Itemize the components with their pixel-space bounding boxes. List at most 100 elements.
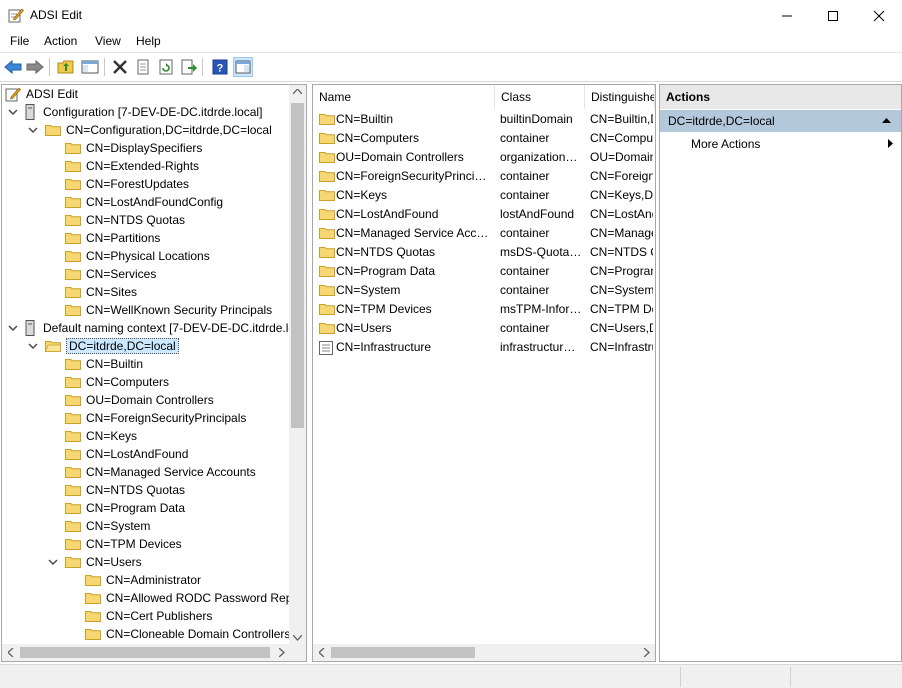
forward-button[interactable] (25, 57, 45, 77)
column-header-class[interactable]: Class (495, 85, 585, 109)
list-item[interactable]: CN=TPM Devices msTPM-InformationObjectsCo… (313, 300, 655, 319)
folder-icon (319, 304, 335, 315)
scroll-down-arrow-icon[interactable] (293, 635, 302, 641)
tree-node[interactable]: CN=Managed Service Accounts (47, 463, 256, 481)
tree-node[interactable]: CN=Cert Publishers (67, 607, 212, 625)
tree-node[interactable]: OU=Domain Controllers (47, 391, 214, 409)
back-button[interactable] (3, 57, 23, 77)
tree-node[interactable]: DC=itdrde,DC=local (27, 337, 179, 355)
server-icon (25, 104, 35, 120)
chevron-down-icon[interactable] (7, 322, 19, 334)
list-horizontal-scroll-thumb[interactable] (331, 647, 475, 658)
list-item[interactable]: OU=Domain Controllers organizationalUnit O… (313, 148, 655, 167)
results-list-pane[interactable]: Name Class Distinguished Name CN=Builtin… (312, 84, 656, 662)
list-item[interactable]: CN=Infrastructure infrastructureUpdate CN=… (313, 338, 655, 357)
more-actions-item[interactable]: More Actions (660, 133, 901, 155)
scroll-up-arrow-icon[interactable] (293, 89, 302, 95)
scroll-left-arrow-icon[interactable] (319, 648, 325, 657)
tree-node[interactable]: CN=Extended-Rights (47, 157, 199, 175)
tree-vertical-scrollbar[interactable] (289, 85, 306, 645)
tree-node[interactable]: CN=Services (47, 265, 156, 283)
tree-naming-context[interactable]: Default naming context [7-DEV-DE-DC.itdr… (7, 319, 306, 337)
chevron-down-icon[interactable] (7, 106, 19, 118)
tree-node[interactable]: CN=WellKnown Security Principals (47, 301, 272, 319)
tree-naming-context[interactable]: Configuration [7-DEV-DE-DC.itdrde.local] (7, 103, 262, 121)
tree-node-label: CN=ForestUpdates (86, 177, 190, 191)
delete-button[interactable] (110, 57, 130, 77)
list-item[interactable]: CN=Computers container CN=Computers,DC=itd… (313, 129, 655, 148)
column-header-distinguished-name[interactable]: Distinguished Name (585, 85, 655, 109)
tree-node[interactable]: CN=Sites (47, 283, 137, 301)
tree-node-label: CN=NTDS Quotas (86, 483, 186, 497)
menu-view[interactable]: View (95, 34, 121, 48)
list-cell-name: CN=System (336, 283, 401, 297)
tree-vertical-scroll-thumb[interactable] (291, 103, 304, 428)
tree-node[interactable]: CN=Keys (47, 427, 137, 445)
refresh-button[interactable] (156, 57, 176, 77)
tree-node[interactable]: CN=Users (47, 553, 142, 571)
close-button[interactable] (856, 0, 902, 31)
tree-node[interactable]: CN=LostAndFoundConfig (47, 193, 223, 211)
folder-icon (65, 287, 81, 298)
tree-node[interactable]: CN=Physical Locations (47, 247, 210, 265)
tree-node[interactable]: CN=ForestUpdates (47, 175, 189, 193)
scroll-right-arrow-icon[interactable] (279, 648, 285, 657)
folder-icon (319, 228, 335, 239)
tree-node[interactable]: CN=Computers (47, 373, 169, 391)
tree-node[interactable]: CN=TPM Devices (47, 535, 182, 553)
tree-node[interactable]: CN=ForeignSecurityPrincipals (47, 409, 246, 427)
actions-section-header[interactable]: DC=itdrde,DC=local (660, 110, 901, 132)
tree-node[interactable]: CN=System (47, 517, 150, 535)
minimize-button[interactable] (764, 0, 810, 31)
list-horizontal-scrollbar[interactable] (313, 644, 655, 661)
folder-icon (65, 413, 81, 424)
list-item[interactable]: CN=NTDS Quotas msDS-QuotaContainer CN=NTDS… (313, 243, 655, 262)
toolbar-separator (104, 58, 105, 76)
show-hide-console-tree-button[interactable] (80, 57, 100, 77)
list-item[interactable]: CN=Managed Service Accounts container CN=M… (313, 224, 655, 243)
scroll-right-arrow-icon[interactable] (644, 648, 650, 657)
tree-node[interactable]: CN=NTDS Quotas (47, 211, 185, 229)
tree-node-label: ADSI Edit (26, 87, 79, 101)
properties-button[interactable] (133, 57, 153, 77)
console-tree-pane[interactable]: ADSI Edit Configuration [7-DEV-DE-DC.itdr… (1, 84, 307, 662)
collapse-triangle-icon[interactable] (882, 118, 891, 124)
tree-node[interactable]: CN=Allowed RODC Password Replication Gro… (67, 589, 306, 607)
tree-horizontal-scroll-thumb[interactable] (20, 647, 270, 658)
list-item[interactable]: CN=System container CN=System,DC=itdrde,DC… (313, 281, 655, 300)
menu-file[interactable]: File (10, 34, 29, 48)
tree-root-adsi-edit[interactable]: ADSI Edit (5, 85, 78, 103)
chevron-down-icon[interactable] (27, 124, 39, 136)
show-hide-action-pane-button[interactable] (233, 57, 253, 77)
export-list-button[interactable] (179, 57, 199, 77)
list-item[interactable]: CN=Keys container CN=Keys,DC=itdrde,DC=loc… (313, 186, 655, 205)
list-item[interactable]: CN=Users container CN=Users,DC=itdrde,DC=l… (313, 319, 655, 338)
list-cell-dn: CN=Keys,DC=itdrde,DC=local (590, 188, 653, 202)
tree-node[interactable]: CN=Partitions (47, 229, 160, 247)
tree-node[interactable]: CN=NTDS Quotas (47, 481, 185, 499)
list-item[interactable]: CN=Builtin builtinDomain CN=Builtin,DC=itd… (313, 110, 655, 129)
help-button[interactable]: ? (210, 57, 230, 77)
column-header-name[interactable]: Name (313, 85, 495, 109)
chevron-down-icon[interactable] (27, 340, 39, 352)
maximize-button[interactable] (810, 0, 856, 31)
list-cell-name: CN=TPM Devices (336, 302, 432, 316)
tree-horizontal-scrollbar[interactable] (2, 644, 306, 661)
menu-help[interactable]: Help (136, 34, 161, 48)
up-one-level-button[interactable] (56, 57, 76, 77)
tree-node[interactable]: CN=Administrator (67, 571, 201, 589)
list-item[interactable]: CN=LostAndFound lostAndFound CN=LostAndFou… (313, 205, 655, 224)
list-item[interactable]: CN=Program Data container CN=Program Data,… (313, 262, 655, 281)
menu-action[interactable]: Action (44, 34, 77, 48)
tree-node[interactable]: CN=Builtin (47, 355, 143, 373)
list-item[interactable]: CN=ForeignSecurityPrincipals container CN=… (313, 167, 655, 186)
submenu-arrow-icon (888, 139, 893, 148)
tree-node[interactable]: CN=Configuration,DC=itdrde,DC=local (27, 121, 272, 139)
tree-node[interactable]: CN=LostAndFound (47, 445, 188, 463)
toolbar-separator (49, 58, 50, 76)
scroll-left-arrow-icon[interactable] (8, 648, 14, 657)
chevron-down-icon[interactable] (47, 556, 59, 568)
tree-node[interactable]: CN=DisplaySpecifiers (47, 139, 202, 157)
tree-node[interactable]: CN=Cloneable Domain Controllers (67, 625, 290, 643)
tree-node[interactable]: CN=Program Data (47, 499, 185, 517)
